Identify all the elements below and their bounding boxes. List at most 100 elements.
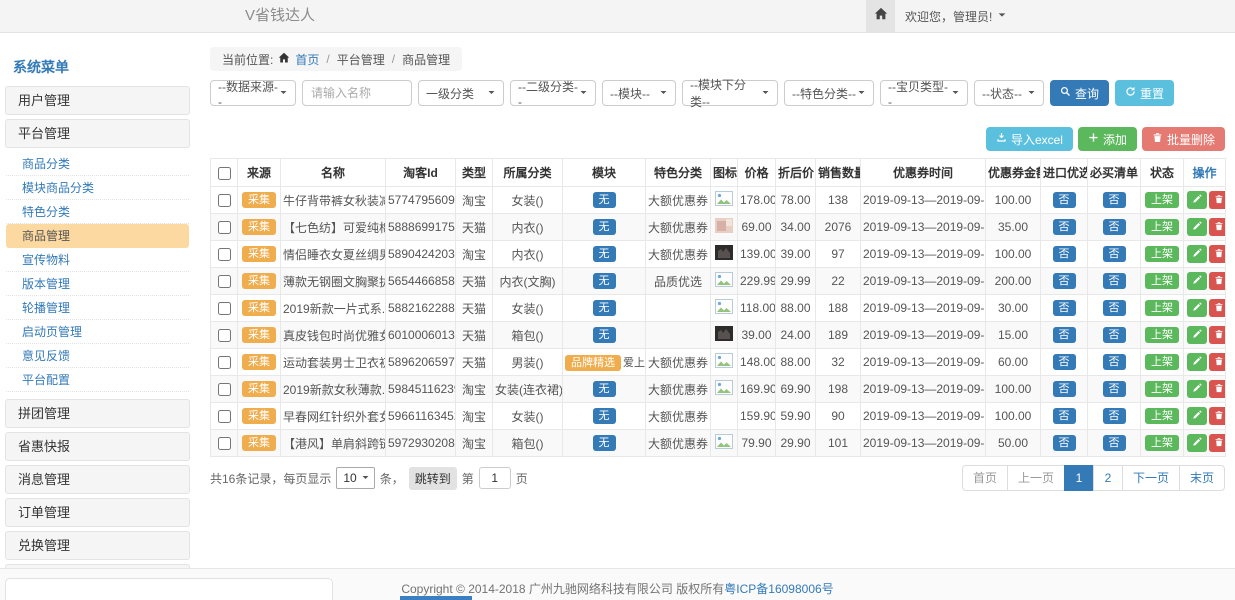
row-checkbox[interactable] xyxy=(218,383,231,396)
edit-button[interactable] xyxy=(1187,191,1207,209)
sidebar-item-7[interactable]: 版本管理 xyxy=(6,272,189,296)
sidebar-item-13[interactable]: 省惠快报 xyxy=(5,432,190,461)
delete-button[interactable] xyxy=(1209,434,1226,452)
delete-button[interactable] xyxy=(1209,299,1226,317)
cell-select[interactable] xyxy=(211,430,238,457)
page-button-上一页[interactable]: 上一页 xyxy=(1007,465,1065,491)
icp-link[interactable]: 粤ICP备16098006号 xyxy=(724,582,833,596)
cell-coupon-time: 2019-09-13—2019-09-19 xyxy=(861,295,986,322)
sidebar-item-5[interactable]: 商品管理 xyxy=(6,224,189,248)
edit-button[interactable] xyxy=(1187,407,1207,425)
sidebar-item-1[interactable]: 平台管理 xyxy=(5,119,190,148)
sidebar-item-2[interactable]: 商品分类 xyxy=(6,152,189,176)
cell-select[interactable] xyxy=(211,295,238,322)
source-badge: 采集 xyxy=(242,246,276,262)
filter-select-6[interactable]: --特色分类-- xyxy=(784,80,874,106)
cell-imported: 否 xyxy=(1041,430,1088,457)
row-checkbox[interactable] xyxy=(218,302,231,315)
sidebar-item-9[interactable]: 启动页管理 xyxy=(6,320,189,344)
cell-select[interactable] xyxy=(211,349,238,376)
search-button[interactable]: 查询 xyxy=(1050,80,1109,106)
delete-button[interactable] xyxy=(1209,218,1226,236)
col-header-12: 优惠券时间 xyxy=(861,159,986,187)
add-button[interactable]: 添加 xyxy=(1078,127,1137,151)
filter-select-7[interactable]: --宝贝类型-- xyxy=(880,80,968,106)
cell-select[interactable] xyxy=(211,268,238,295)
delete-button[interactable] xyxy=(1209,353,1226,371)
col-header-select[interactable] xyxy=(211,159,238,187)
sidebar-item-12[interactable]: 拼团管理 xyxy=(5,399,190,428)
delete-button[interactable] xyxy=(1209,326,1226,344)
page-button-2[interactable]: 2 xyxy=(1093,465,1123,491)
edit-button[interactable] xyxy=(1187,245,1207,263)
breadcrumb-home-link[interactable]: 首页 xyxy=(295,51,319,68)
cell-select[interactable] xyxy=(211,241,238,268)
page-button-下一页[interactable]: 下一页 xyxy=(1122,465,1180,491)
sidebar-item-3[interactable]: 模块商品分类 xyxy=(6,176,189,200)
module-badge: 无 xyxy=(593,192,616,208)
sidebar-item-0[interactable]: 用户管理 xyxy=(5,86,190,115)
edit-button[interactable] xyxy=(1187,218,1207,236)
page-button-末页[interactable]: 末页 xyxy=(1179,465,1225,491)
delete-button[interactable] xyxy=(1209,245,1226,263)
cell-select[interactable] xyxy=(211,187,238,214)
must-buy-badge: 否 xyxy=(1103,192,1126,208)
delete-button[interactable] xyxy=(1209,407,1226,425)
sidebar-item-6[interactable]: 宣传物料 xyxy=(6,248,189,272)
import-icon xyxy=(996,132,1007,146)
page-button-1[interactable]: 1 xyxy=(1064,465,1094,491)
page-button-首页[interactable]: 首页 xyxy=(962,465,1008,491)
row-checkbox[interactable] xyxy=(218,221,231,234)
sidebar-item-15[interactable]: 订单管理 xyxy=(5,498,190,527)
delete-button[interactable] xyxy=(1209,191,1226,209)
row-checkbox[interactable] xyxy=(218,410,231,423)
status-badge: 上架 xyxy=(1145,408,1179,424)
sidebar-item-14[interactable]: 消息管理 xyxy=(5,465,190,494)
cell-select[interactable] xyxy=(211,214,238,241)
name-search-input[interactable] xyxy=(302,80,412,106)
caret-down-icon xyxy=(659,86,668,100)
cell-select[interactable] xyxy=(211,403,238,430)
filter-select-5[interactable]: --模块下分类-- xyxy=(682,80,778,106)
row-checkbox[interactable] xyxy=(218,437,231,450)
select-all-checkbox[interactable] xyxy=(218,167,231,180)
filter-select-8[interactable]: --状态-- xyxy=(974,80,1044,106)
per-page-select[interactable]: 10 xyxy=(336,467,374,489)
cell-select[interactable] xyxy=(211,376,238,403)
sidebar-item-11[interactable]: 平台配置 xyxy=(6,368,189,392)
sidebar-item-4[interactable]: 特色分类 xyxy=(6,200,189,224)
filter-select-0[interactable]: --数据来源-- xyxy=(210,80,296,106)
row-checkbox[interactable] xyxy=(218,275,231,288)
edit-button[interactable] xyxy=(1187,326,1207,344)
cell-type: 淘宝 xyxy=(456,403,493,430)
sidebar-item-8[interactable]: 轮播管理 xyxy=(6,296,189,320)
row-checkbox[interactable] xyxy=(218,329,231,342)
edit-button[interactable] xyxy=(1187,299,1207,317)
home-button[interactable] xyxy=(866,0,895,32)
row-checkbox[interactable] xyxy=(218,248,231,261)
edit-button[interactable] xyxy=(1187,434,1207,452)
table-row-8: 采集早春网红针织外套女春...596611634525淘宝女装()无大额优惠券1… xyxy=(211,403,1226,430)
product-image-icon xyxy=(715,249,733,263)
filter-select-2[interactable]: 一级分类 xyxy=(418,80,504,106)
jump-page-input[interactable] xyxy=(479,467,511,489)
user-menu[interactable]: 欢迎您，管理员! xyxy=(905,0,1007,32)
edit-button[interactable] xyxy=(1187,380,1207,398)
filter-select-3[interactable]: --二级分类-- xyxy=(510,80,596,106)
filter-select-4[interactable]: --模块-- xyxy=(602,80,676,106)
delete-button[interactable] xyxy=(1209,272,1226,290)
sidebar-item-16[interactable]: 兑换管理 xyxy=(5,531,190,560)
cell-select[interactable] xyxy=(211,322,238,349)
edit-button[interactable] xyxy=(1187,353,1207,371)
delete-button[interactable] xyxy=(1209,380,1226,398)
edit-icon xyxy=(1192,355,1202,369)
row-checkbox[interactable] xyxy=(218,194,231,207)
jump-button[interactable]: 跳转到 xyxy=(409,467,457,490)
row-checkbox[interactable] xyxy=(218,356,231,369)
reset-button[interactable]: 重置 xyxy=(1115,80,1174,106)
import-excel-button[interactable]: 导入excel xyxy=(986,127,1073,151)
sidebar-item-10[interactable]: 意见反馈 xyxy=(6,344,189,368)
edit-button[interactable] xyxy=(1187,272,1207,290)
cell-actions xyxy=(1184,376,1226,403)
batch-delete-button[interactable]: 批量删除 xyxy=(1142,127,1225,151)
